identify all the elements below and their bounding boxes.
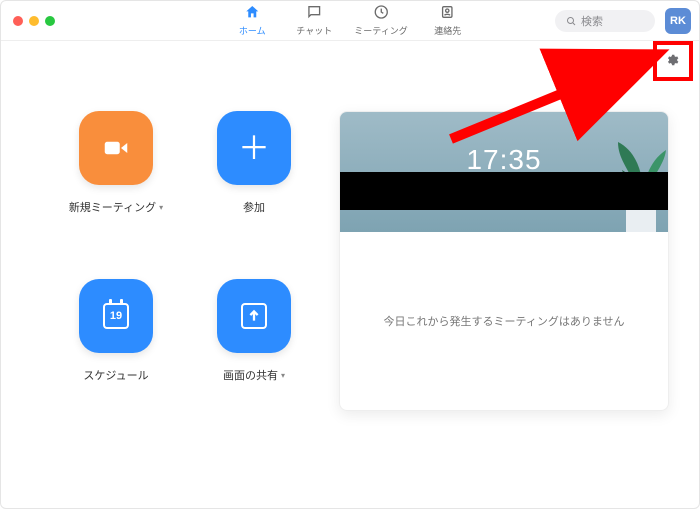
share-up-icon	[241, 303, 267, 329]
avatar-initials: RK	[670, 15, 686, 27]
new-meeting-tile	[79, 111, 153, 185]
video-icon	[101, 133, 131, 163]
share-screen-button[interactable]: 画面の共有 ▾	[199, 279, 309, 411]
app-header: ホーム チャット ミーティング 連絡先 検索 RK	[1, 1, 699, 41]
calendar-day: 19	[110, 310, 122, 322]
gear-icon	[665, 53, 679, 67]
action-label: 新規ミーティング	[69, 199, 156, 215]
action-label: 画面の共有	[223, 367, 278, 383]
minimize-window-dot[interactable]	[29, 16, 39, 26]
search-placeholder: 検索	[581, 13, 603, 29]
settings-container	[655, 45, 689, 79]
clock-time: 17:35	[466, 144, 541, 176]
join-button[interactable]: ＋ 参加	[199, 111, 309, 243]
header-right: 検索 RK	[555, 8, 691, 34]
home-icon	[244, 4, 260, 24]
zoom-window-dot[interactable]	[45, 16, 55, 26]
tab-label: ミーティング	[354, 24, 407, 37]
tab-label: チャット	[296, 24, 332, 37]
nav-tabs: ホーム チャット ミーティング 連絡先	[230, 4, 469, 37]
window-controls[interactable]	[9, 16, 55, 26]
plus-icon: ＋	[238, 132, 270, 164]
new-meeting-button[interactable]: 新規ミーティング ▾	[61, 111, 171, 243]
search-icon	[565, 15, 577, 27]
action-label: スケジュール	[83, 367, 148, 383]
redaction-bar	[340, 172, 668, 210]
panel-hero: 17:35	[340, 112, 668, 232]
contact-icon	[440, 4, 456, 24]
settings-button[interactable]	[665, 53, 679, 72]
empty-meetings-text: 今日これから発生するミーティングはありません	[340, 232, 668, 410]
share-tile	[217, 279, 291, 353]
tab-label: 連絡先	[434, 24, 461, 37]
chat-icon	[306, 4, 322, 24]
clock-icon	[373, 4, 389, 24]
schedule-button[interactable]: 19 スケジュール	[61, 279, 171, 411]
action-label: 参加	[243, 199, 265, 215]
schedule-tile: 19	[79, 279, 153, 353]
join-tile: ＋	[217, 111, 291, 185]
tab-meetings[interactable]: ミーティング	[354, 4, 407, 37]
tab-label: ホーム	[239, 24, 266, 37]
avatar[interactable]: RK	[665, 8, 691, 34]
tab-home[interactable]: ホーム	[230, 4, 274, 37]
close-window-dot[interactable]	[13, 16, 23, 26]
chevron-down-icon[interactable]: ▾	[281, 371, 285, 380]
tab-contacts[interactable]: 連絡先	[426, 4, 470, 37]
action-grid: 新規ミーティング ▾ ＋ 参加 19 スケジュール	[61, 111, 309, 411]
search-input[interactable]: 検索	[555, 10, 655, 32]
upcoming-panel: 17:35 今日これから発生するミーティングはありません	[339, 111, 669, 411]
chevron-down-icon[interactable]: ▾	[159, 203, 163, 212]
main-content: 新規ミーティング ▾ ＋ 参加 19 スケジュール	[1, 41, 699, 441]
tab-chat[interactable]: チャット	[292, 4, 336, 37]
calendar-icon: 19	[103, 303, 129, 329]
